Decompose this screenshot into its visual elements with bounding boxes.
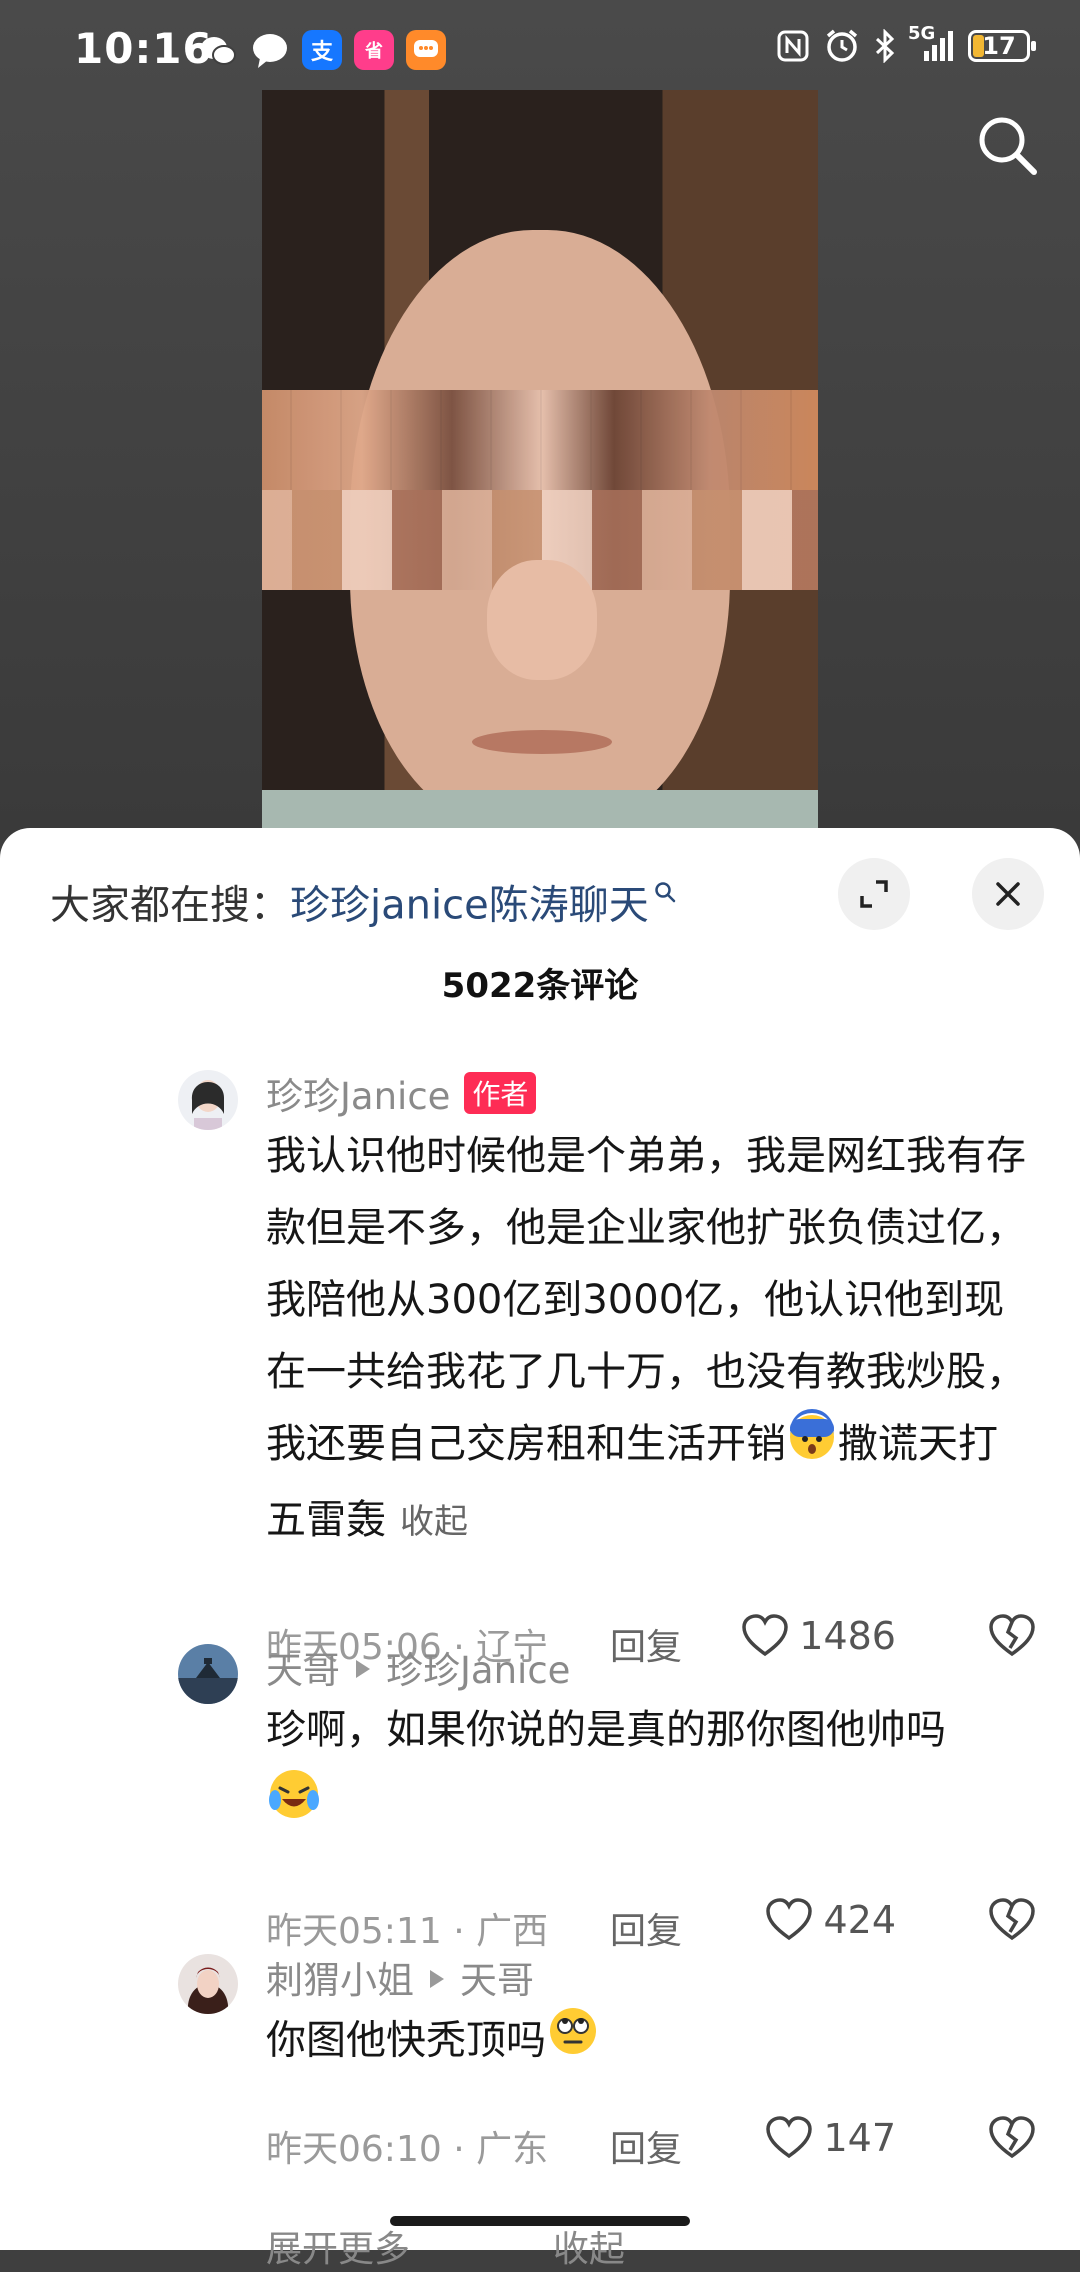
status-app-icons: 支 省 [198, 30, 446, 70]
broken-heart-icon [989, 2116, 1035, 2159]
reply-to-author[interactable]: 天哥 [460, 1950, 534, 2004]
comment-panel: 大家都在搜：珍珍janice陈涛聊天 5022条评论 珍珍Janice 作者 我… [0, 828, 1080, 2270]
laughing-crying-emoji-icon [266, 1766, 322, 1845]
shopping-app-icon: 省 [354, 30, 394, 70]
reply-arrow-icon [354, 1646, 372, 1689]
broken-heart-icon [989, 1898, 1035, 1941]
comment-author[interactable]: 珍珍Janice [266, 1066, 450, 1120]
eye-roll-emoji-icon [546, 2004, 600, 2081]
comment-text[interactable]: 我认识他时候他是个弟弟，我是网红我有存款但是不多，他是企业家他扩张负债过亿，我陪… [266, 1120, 1036, 1558]
expand-icon [860, 880, 888, 908]
comment-text[interactable]: 你图他快秃顶吗 [266, 2004, 1036, 2081]
heart-icon [742, 1614, 789, 1657]
comment-header: 刺猬小姐 天哥 [266, 1950, 534, 2004]
collapse-link[interactable]: 收起 [400, 1502, 468, 1542]
heart-icon [766, 1898, 813, 1941]
scared-emoji-icon [786, 1408, 838, 1484]
like-count: 147 [823, 2116, 896, 2160]
trending-search-keyword[interactable]: 珍珍janice陈涛聊天 [290, 882, 649, 928]
fullscreen-button[interactable] [838, 858, 910, 930]
like-button[interactable]: 424 [765, 1898, 896, 1942]
search-icon[interactable] [974, 112, 1040, 178]
video-frame[interactable] [262, 90, 818, 850]
reply-button[interactable]: 回复 [610, 1618, 682, 1670]
comment-author[interactable]: 刺猬小姐 [266, 1950, 414, 2004]
video-player[interactable] [0, 0, 1080, 850]
status-bar: 10:16 支 省 5G 17 [0, 0, 1080, 100]
reply-button[interactable]: 回复 [610, 2120, 682, 2172]
trending-search[interactable]: 大家都在搜：珍珍janice陈涛聊天 [50, 868, 677, 930]
comment-header: 珍珍Janice 作者 [266, 1066, 537, 1120]
like-button[interactable]: 1486 [741, 1614, 896, 1658]
avatar[interactable] [178, 1954, 238, 2014]
wechat-icon [198, 30, 238, 70]
comment-text[interactable]: 珍啊，如果你说的是真的那你图他帅吗 [266, 1694, 1036, 1845]
nfc-icon [776, 29, 810, 63]
bluetooth-icon [874, 29, 896, 63]
close-button[interactable] [972, 858, 1044, 930]
search-small-icon [653, 868, 677, 914]
reply-arrow-icon [428, 1956, 446, 1999]
battery-icon: 17 [968, 30, 1036, 62]
broken-heart-icon [989, 1614, 1035, 1657]
signal-icon: 5G [908, 23, 954, 63]
like-button[interactable]: 147 [765, 2116, 896, 2160]
reply-button[interactable]: 回复 [610, 1902, 682, 1954]
comment-header: 天哥 珍珍Janice [266, 1640, 570, 1694]
home-indicator[interactable] [390, 2216, 690, 2226]
like-count: 1486 [799, 1614, 896, 1658]
reply-to-author[interactable]: 珍珍Janice [386, 1640, 570, 1694]
avatar[interactable] [178, 1070, 238, 1130]
comment-count: 5022条评论 [441, 966, 639, 1006]
comment-author[interactable]: 天哥 [266, 1640, 340, 1694]
alarm-icon [824, 28, 860, 64]
message-app-icon [406, 30, 446, 70]
heart-icon [766, 2116, 813, 2159]
avatar[interactable] [178, 1644, 238, 1704]
status-time: 10:16 [74, 24, 213, 73]
chat-bubble-icon [250, 30, 290, 70]
video-nose [487, 560, 597, 680]
dislike-button[interactable] [988, 1614, 1036, 1667]
status-indicators: 5G 17 [776, 23, 1036, 64]
dislike-button[interactable] [988, 1898, 1036, 1951]
trending-search-prefix: 大家都在搜： [50, 882, 290, 929]
system-nav-bar [0, 2196, 1080, 2250]
comment-date: 昨天05:11 · 广西 [266, 1911, 549, 1952]
comment-meta: 昨天06:10 · 广东 回复 147 [266, 2116, 1046, 2180]
video-mouth [472, 730, 612, 754]
author-badge: 作者 [464, 1072, 537, 1114]
like-count: 424 [823, 1898, 896, 1942]
alipay-icon: 支 [302, 30, 342, 70]
comment-date: 昨天06:10 · 广东 [266, 2129, 549, 2170]
close-icon [996, 882, 1020, 906]
dislike-button[interactable] [988, 2116, 1036, 2169]
